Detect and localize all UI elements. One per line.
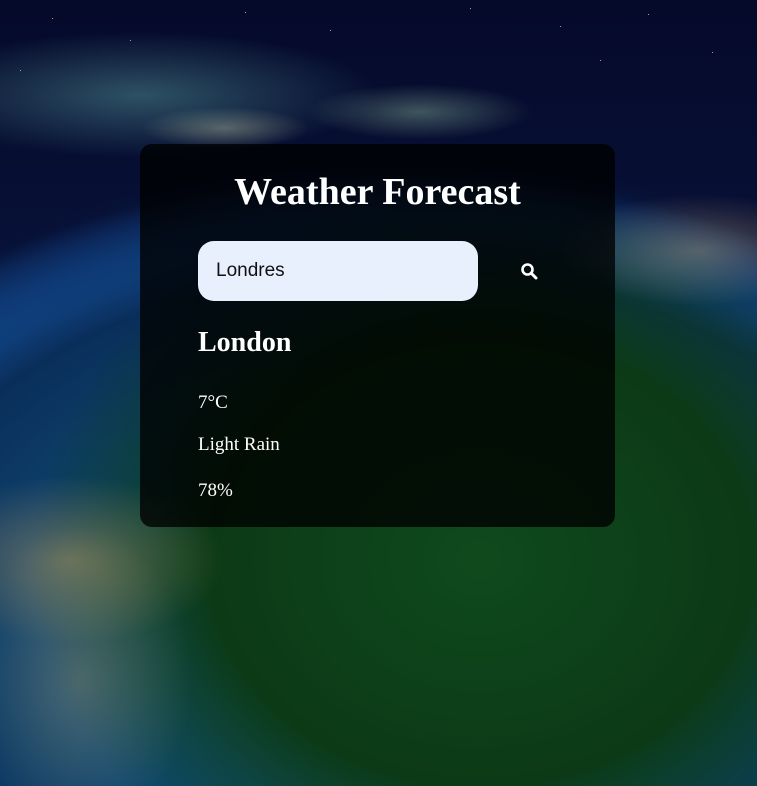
star [52, 18, 53, 19]
star [20, 70, 21, 71]
star [712, 52, 713, 53]
search-icon [521, 263, 538, 280]
weather-card: Weather Forecast London 7°C Light Rain 7… [140, 144, 615, 527]
star [648, 14, 649, 15]
search-button[interactable] [512, 256, 546, 286]
app-title: Weather Forecast [234, 171, 521, 213]
star [245, 12, 246, 13]
star [130, 40, 131, 41]
star [560, 26, 561, 27]
star [330, 30, 331, 31]
star [470, 8, 471, 9]
humidity-value: 78% [198, 480, 233, 501]
temperature-value: 7°C [198, 392, 228, 413]
city-search-input[interactable] [198, 241, 478, 301]
star [600, 60, 601, 61]
weather-description: Light Rain [198, 434, 280, 455]
city-name: London [198, 327, 292, 358]
